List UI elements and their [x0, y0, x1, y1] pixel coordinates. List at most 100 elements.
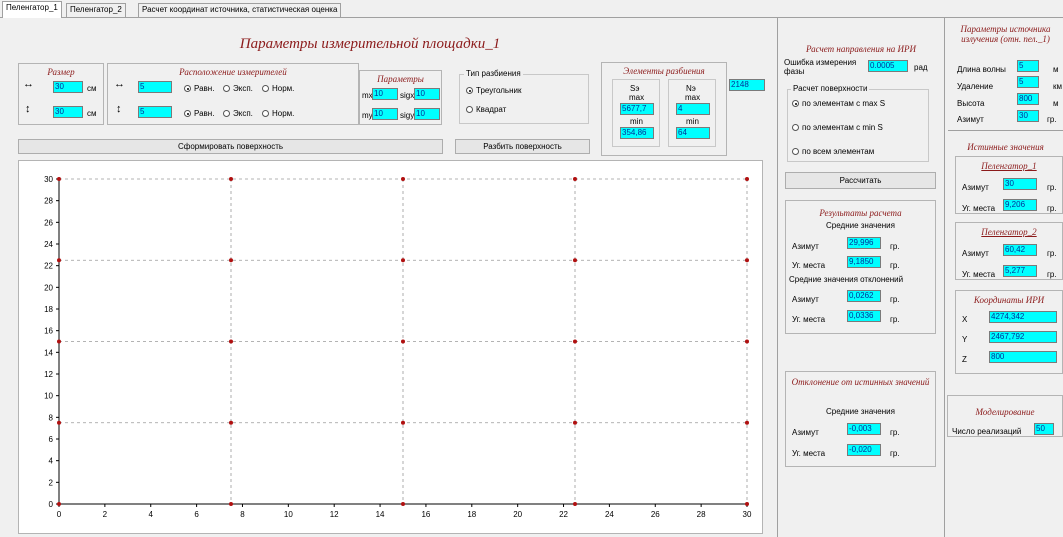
size-height-input[interactable]: 30 — [53, 106, 83, 118]
n-max-label: max — [685, 93, 701, 102]
radio-max-s[interactable] — [792, 100, 799, 107]
y-tick-label-2: 4 — [49, 457, 54, 466]
tab-pelengator-1[interactable]: Пеленгатор_1 — [2, 1, 62, 18]
point-0-0 — [57, 502, 61, 506]
coord-y-label: Y — [962, 335, 968, 344]
x-tick-label-1: 2 — [103, 510, 108, 519]
x-radio-exp[interactable] — [223, 85, 230, 92]
my-input[interactable]: 10 — [372, 108, 398, 120]
y-radio-uniform[interactable] — [184, 110, 191, 117]
deviation-azimuth-label: Азимут — [792, 428, 819, 437]
x-tick-label-5: 10 — [284, 510, 293, 519]
direction-title: Расчет направления на ИРИ — [805, 44, 917, 54]
separator-left — [777, 18, 778, 537]
tab-pelengator-2[interactable]: Пеленгатор_2 — [66, 3, 126, 17]
point-2-3 — [401, 258, 405, 263]
results-title: Результаты расчета — [819, 208, 902, 218]
x-tick-label-2: 4 — [149, 510, 154, 519]
form-surface-button[interactable]: Сформировать поверхность — [18, 139, 443, 154]
x-tick-label-4: 8 — [240, 510, 245, 519]
dev-elevation-label: Уг. места — [792, 315, 826, 324]
s-min-value: 354,86 — [620, 127, 654, 139]
surface-calc-title: Расчет поверхности — [791, 84, 870, 93]
true-p1-azimuth-unit: гр. — [1047, 183, 1057, 192]
x-radio-uniform[interactable] — [184, 85, 191, 92]
layout-x-count-input[interactable]: 5 — [138, 81, 172, 93]
x-radio-exp-label: Эксп. — [233, 84, 253, 93]
layout-title: Расположение измерителей — [179, 67, 287, 77]
x-tick-label-13: 26 — [651, 510, 660, 519]
phase-error-input[interactable]: 0.0005 — [868, 60, 908, 72]
y-tick-label-5: 10 — [44, 392, 53, 401]
results-mean-label: Средние значения — [826, 221, 895, 230]
point-3-3 — [573, 258, 577, 263]
sigy-input[interactable]: 10 — [414, 108, 440, 120]
y-radio-norm[interactable] — [262, 110, 269, 117]
mx-input[interactable]: 10 — [372, 88, 398, 100]
width-arrow-icon: ↔ — [23, 78, 34, 90]
y-radio-exp[interactable] — [223, 110, 230, 117]
radio-square[interactable] — [466, 106, 473, 113]
y-radio-uniform-label: Равн. — [194, 109, 215, 118]
size-width-input[interactable]: 30 — [53, 81, 83, 93]
true-p2-azimuth-label: Азимут — [962, 249, 989, 258]
calculate-button[interactable]: Рассчитать — [785, 172, 936, 189]
radio-all-label: по всем элементам — [802, 147, 875, 156]
wavelength-input[interactable]: 5 — [1017, 60, 1039, 72]
y-tick-label-8: 16 — [44, 327, 53, 336]
split-surface-button[interactable]: Разбить поверхность — [455, 139, 590, 154]
distance-label: Удаление — [957, 82, 994, 91]
point-3-0 — [573, 502, 577, 506]
x-radio-norm[interactable] — [262, 85, 269, 92]
y-tick-label-14: 28 — [44, 197, 53, 206]
true-p1-azimuth-label: Азимут — [962, 183, 989, 192]
coords-panel: Координаты ИРИ X 4274,342 Y 2467,792 Z 8… — [955, 290, 1063, 374]
dev-azimuth-unit: гр. — [890, 295, 900, 304]
phase-error-label: Ошибка измерения фазы — [784, 58, 857, 76]
y-tick-label-11: 22 — [44, 262, 53, 271]
true-p2-azimuth-unit: гр. — [1047, 249, 1057, 258]
radio-max-s-label: по элементам с max S — [802, 99, 886, 108]
modeling-panel: Моделирование Число реализаций 50 — [947, 395, 1063, 437]
true-p2-elevation-label: Уг. места — [962, 270, 996, 279]
point-2-1 — [401, 420, 405, 425]
modeling-title: Моделирование — [975, 407, 1035, 417]
height-input[interactable]: 800 — [1017, 93, 1039, 105]
point-0-2 — [57, 339, 61, 344]
point-1-1 — [229, 420, 233, 425]
deviation-elevation-unit: гр. — [890, 449, 900, 458]
point-3-1 — [573, 420, 577, 425]
sigx-input[interactable]: 10 — [414, 88, 440, 100]
s-label: Sэ — [630, 84, 640, 93]
coord-x-label: X — [962, 315, 968, 324]
true-p1-panel: Пеленгатор_1 Азимут 30 гр. Уг. места 9,2… — [955, 156, 1063, 214]
radio-all[interactable] — [792, 148, 799, 155]
sigx-label: sigx — [400, 91, 415, 100]
true-p1-elevation-unit: гр. — [1047, 204, 1057, 213]
results-dev-label: Средние значения отклонений — [789, 275, 904, 284]
y-tick-label-12: 24 — [44, 240, 53, 249]
distance-input[interactable]: 5 — [1017, 76, 1039, 88]
height-arrow-icon: ↕ — [25, 103, 31, 115]
layout-y-count-input[interactable]: 5 — [138, 106, 172, 118]
radio-min-s[interactable] — [792, 124, 799, 131]
surface-chart: 0 2 4 6 8 10 12 14 16 18 20 22 24 26 28 300246810121416… — [44, 175, 752, 519]
height-unit: м — [1053, 99, 1059, 108]
true-p2-elevation-unit: гр. — [1047, 270, 1057, 279]
radio-triangle[interactable] — [466, 87, 473, 94]
source-azimuth-unit: гр. — [1047, 115, 1057, 124]
true-p2-elevation: 5,277 — [1003, 265, 1037, 277]
source-azimuth-input[interactable]: 30 — [1017, 110, 1039, 122]
point-4-1 — [745, 420, 749, 425]
s-min-label: min — [630, 117, 643, 126]
partition-type-group: Тип разбиения Треугольник Квадрат — [459, 69, 589, 124]
point-0-1 — [57, 420, 61, 425]
tab-coordinates[interactable]: Расчет координат источника, статистическ… — [138, 3, 342, 17]
layout-panel: Расположение измерителей ↔ 5 Равн. Эксп.… — [107, 63, 359, 125]
runs-input[interactable]: 50 — [1034, 423, 1054, 435]
point-1-3 — [229, 258, 233, 263]
x-tick-label-15: 30 — [743, 510, 752, 519]
wavelength-label: Длина волны — [957, 65, 1006, 74]
true-p1-elevation-label: Уг. места — [962, 204, 996, 213]
true-p1-azimuth: 30 — [1003, 178, 1037, 190]
